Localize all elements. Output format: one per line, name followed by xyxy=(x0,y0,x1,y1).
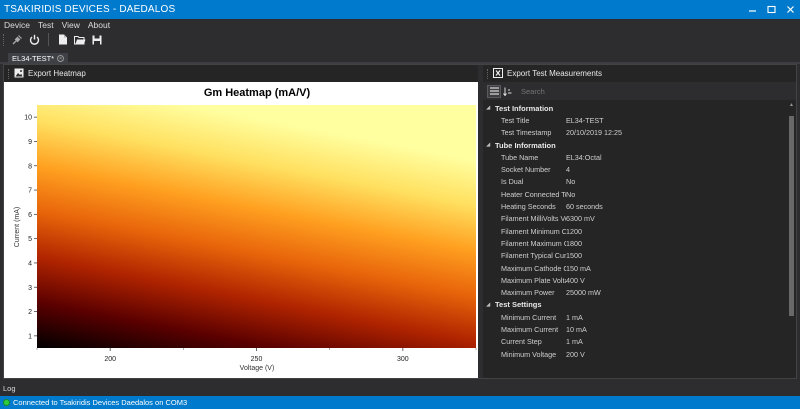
menu-device[interactable]: Device xyxy=(0,20,34,30)
y-tick-label: 6 xyxy=(28,212,32,219)
y-axis-label: Current (mA) xyxy=(14,207,21,247)
window-controls xyxy=(743,0,800,19)
open-folder-icon[interactable] xyxy=(71,32,88,47)
property-row[interactable]: Test Title EL34-TEST xyxy=(483,114,785,126)
pane-grip xyxy=(487,68,489,79)
category-tube-information[interactable]: ◢ Tube Information xyxy=(483,139,785,151)
toolbar-grip[interactable] xyxy=(3,33,5,46)
menu-view[interactable]: View xyxy=(58,20,84,30)
y-axis-ticks: 1 2 3 4 5 6 7 8 9 10 xyxy=(24,115,37,340)
property-scrollbar[interactable]: ▲ xyxy=(788,102,795,378)
category-test-information[interactable]: ◢ Test Information xyxy=(483,102,785,114)
categorized-view-icon[interactable] xyxy=(487,84,501,98)
property-row[interactable]: Minimum Current 1 mA xyxy=(483,311,785,323)
property-row[interactable]: Maximum Power 25000 mW xyxy=(483,286,785,298)
property-toolbar xyxy=(483,82,796,100)
tab-close-icon[interactable]: × xyxy=(57,55,65,62)
image-export-icon xyxy=(14,68,24,80)
x-axis-ticks: 200 250 300 xyxy=(36,348,477,363)
property-row[interactable]: Test Timestamp 20/10/2019 12:25 xyxy=(483,127,785,139)
collapse-triangle-icon[interactable]: ◢ xyxy=(483,105,493,111)
property-row[interactable]: Filament Maximum Cu...1800 xyxy=(483,237,785,249)
y-tick-label: 9 xyxy=(28,139,32,146)
property-row[interactable]: Tube Name EL34:Octal xyxy=(483,151,785,163)
category-test-settings[interactable]: ◢ Test Settings xyxy=(483,299,785,311)
heatmap-pane: Export Heatmap Gm Heatmap (mA/V) 1 2 3 4 5 6 7… xyxy=(4,65,478,378)
property-row[interactable]: Heater Connected To...No xyxy=(483,188,785,200)
menu-bar: Device Test View About xyxy=(0,19,800,31)
property-row[interactable]: Current Step 1 mA xyxy=(483,336,785,348)
export-measurements-button[interactable]: Export Test Measurements xyxy=(483,65,796,82)
minimize-icon[interactable] xyxy=(743,0,762,19)
scroll-up-icon[interactable]: ▲ xyxy=(788,102,795,110)
status-bar: Connected to Tsakiridis Devices Daedalos… xyxy=(0,396,800,409)
property-row[interactable]: Is Dual No xyxy=(483,176,785,188)
power-icon[interactable] xyxy=(26,32,43,47)
document-tab-strip: EL34-TEST* × xyxy=(0,48,800,64)
log-panel-tab[interactable]: Log xyxy=(0,380,800,396)
excel-export-icon xyxy=(493,67,503,80)
property-row[interactable]: Filament MilliVolts Volt...6300 mV xyxy=(483,213,785,225)
toolbar-separator xyxy=(48,33,49,46)
y-tick-label: 10 xyxy=(24,115,32,122)
y-tick-label: 4 xyxy=(28,260,32,267)
y-tick-label: 3 xyxy=(28,285,32,292)
heatmap-svg: Gm Heatmap (mA/V) 12345678910 200 250 300 … xyxy=(14,87,477,372)
property-row[interactable]: Maximum Cathode Cu...150 mA xyxy=(483,262,785,274)
document-content: Export Heatmap Gm Heatmap (mA/V) 1 2 3 4 5 6 7… xyxy=(3,64,797,379)
tab-el34-test[interactable]: EL34-TEST* × xyxy=(8,53,69,64)
x-tick-label: 250 xyxy=(251,356,263,363)
measurements-pane: Export Test Measurements ◢ Test Informat… xyxy=(483,65,796,378)
property-row[interactable]: Filament Minimum Curr...1200 xyxy=(483,225,785,237)
property-grid: ◢ Test Information Test Title EL34-TEST T… xyxy=(483,102,785,378)
tab-label: EL34-TEST* xyxy=(12,54,55,63)
property-row[interactable]: Heating Seconds 60 seconds xyxy=(483,200,785,212)
y-tick-label: 2 xyxy=(28,309,32,316)
connection-status-icon xyxy=(3,399,10,406)
heatmap-plot-area xyxy=(37,105,476,348)
toolbar xyxy=(0,31,800,48)
property-row[interactable]: Minimum Voltage 200 V xyxy=(483,348,785,360)
property-row[interactable]: Maximum Plate Voltage400 V xyxy=(483,274,785,286)
sort-alpha-icon[interactable] xyxy=(501,85,515,98)
y-tick-label: 1 xyxy=(28,333,32,340)
collapse-triangle-icon[interactable]: ◢ xyxy=(483,142,493,148)
new-file-icon[interactable] xyxy=(54,32,71,47)
scrollbar-thumb[interactable] xyxy=(789,116,794,316)
maximize-icon[interactable] xyxy=(762,0,781,19)
export-heatmap-label: Export Heatmap xyxy=(28,69,86,78)
x-tick-label: 300 xyxy=(397,356,409,363)
x-axis-label: Voltage (V) xyxy=(240,365,275,372)
menu-test[interactable]: Test xyxy=(34,20,58,30)
property-row[interactable]: Maximum Current 10 mA xyxy=(483,323,785,335)
export-heatmap-button[interactable]: Export Heatmap xyxy=(4,65,478,82)
close-icon[interactable] xyxy=(781,0,800,19)
menu-about[interactable]: About xyxy=(84,20,114,30)
export-measurements-label: Export Test Measurements xyxy=(507,69,603,78)
property-row[interactable]: Socket Number 4 xyxy=(483,163,785,175)
pane-grip xyxy=(8,68,10,79)
title-bar: TSAKIRIDIS DEVICES - DAEDALOS xyxy=(0,0,800,19)
heatmap-chart: Gm Heatmap (mA/V) 1 2 3 4 5 6 7 8 9 10 200 250 300 … xyxy=(4,82,478,378)
y-tick-label: 7 xyxy=(28,188,32,195)
save-icon[interactable] xyxy=(88,32,105,47)
property-row[interactable]: Filament Typical Current1500 xyxy=(483,250,785,262)
x-tick-label: 200 xyxy=(104,356,116,363)
collapse-triangle-icon[interactable]: ◢ xyxy=(483,302,493,308)
chart-title: Gm Heatmap (mA/V) xyxy=(204,87,311,99)
property-search-input[interactable] xyxy=(521,84,796,98)
window-title: TSAKIRIDIS DEVICES - DAEDALOS xyxy=(4,4,176,15)
connect-plug-icon[interactable] xyxy=(9,32,26,47)
y-tick-label: 5 xyxy=(28,236,32,243)
status-text: Connected to Tsakiridis Devices Daedalos… xyxy=(13,398,188,407)
log-label: Log xyxy=(3,383,16,393)
y-tick-label: 8 xyxy=(28,163,32,170)
